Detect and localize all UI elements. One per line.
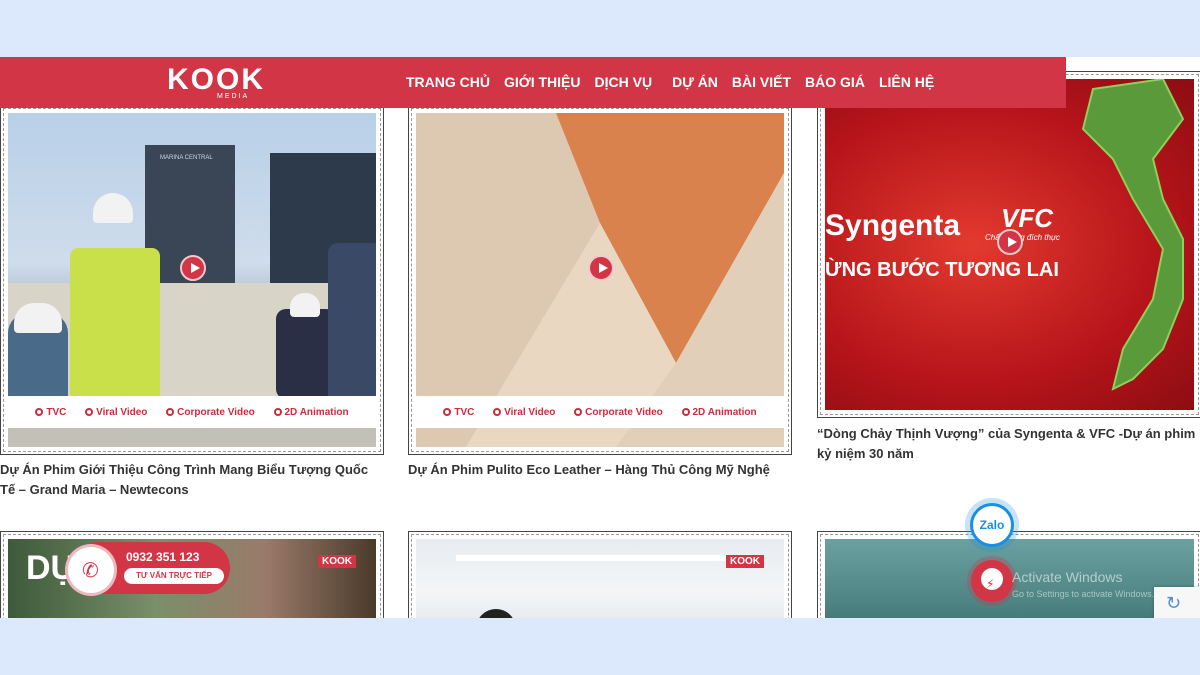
- tag-tvc: TVC: [443, 407, 474, 418]
- nav-item-gioi-thieu[interactable]: GIỚI THIỆU: [504, 74, 581, 90]
- tag-2d-animation: 2D Animation: [273, 407, 349, 418]
- tag-dot-icon: [574, 408, 583, 416]
- nav-item-dich-vu[interactable]: DỊCH VỤ: [595, 74, 653, 90]
- tag-corporate-video: Corporate Video: [574, 407, 663, 418]
- nav-item-bao-gia[interactable]: BÁO GIÁ: [805, 74, 865, 90]
- kook-thumb-logo: KOOK: [726, 555, 764, 568]
- building-sign: MARINA CENTRAL: [160, 155, 213, 161]
- page-viewport: KOOK MEDIA TRANG CHỦ GIỚI THIỆU DỊCH VỤ …: [0, 57, 1200, 618]
- project-title-pulito[interactable]: Dự Án Phim Pulito Eco Leather – Hàng Thủ…: [408, 460, 798, 480]
- nav-item-trang-chu[interactable]: TRANG CHỦ: [406, 74, 490, 90]
- project-thumbnail-pulito[interactable]: TVC Viral Video Corporate Video 2D Anima…: [408, 105, 792, 455]
- hotline-label: TƯ VẤN TRỰC TIẾP: [124, 568, 224, 584]
- tag-2d-animation: 2D Animation: [681, 407, 757, 418]
- tag-dot-icon: [443, 408, 452, 416]
- recaptcha-badge-icon[interactable]: ↻: [1154, 587, 1200, 618]
- campaign-slogan: ỪNG BƯỚC TƯƠNG LAI: [825, 259, 1059, 281]
- messenger-icon[interactable]: ⚡: [971, 560, 1013, 602]
- project-title-syngenta[interactable]: “Dòng Chảy Thịnh Vượng” của Syngenta & V…: [817, 424, 1200, 464]
- kook-thumb-logo: KOOK: [318, 555, 356, 568]
- tag-dot-icon: [273, 408, 282, 416]
- hotline-number: 0932 351 123: [126, 550, 200, 564]
- tag-dot-icon: [166, 408, 175, 416]
- windows-activation-watermark: Activate Windows: [1012, 569, 1123, 585]
- tag-dot-icon: [85, 408, 94, 416]
- project-thumbnail-grand-maria[interactable]: MARINA CENTRAL TVC Viral Video Corporate…: [0, 105, 384, 455]
- nav-item-du-an[interactable]: DỰ ÁN: [672, 74, 718, 90]
- vietnam-map: [1081, 79, 1185, 391]
- zalo-icon[interactable]: Zalo: [970, 503, 1014, 547]
- play-icon[interactable]: [180, 255, 206, 281]
- play-icon[interactable]: [997, 229, 1023, 255]
- kook-media-logo[interactable]: KOOK MEDIA: [167, 63, 265, 101]
- project-thumbnail-row2-2[interactable]: KOOK: [408, 531, 792, 618]
- tag-dot-icon: [681, 408, 690, 416]
- phone-icon[interactable]: ✆: [68, 547, 114, 593]
- syngenta-brand: Syngenta: [825, 209, 961, 242]
- tag-viral-video: Viral Video: [493, 407, 555, 418]
- tag-dot-icon: [35, 408, 44, 416]
- nav-menu: TRANG CHỦ GIỚI THIỆU DỊCH VỤ DỰ ÁN BÀI V…: [406, 74, 948, 90]
- video-tags: TVC Viral Video Corporate Video 2D Anima…: [8, 396, 376, 428]
- tag-dot-icon: [493, 408, 502, 416]
- tag-tvc: TVC: [35, 407, 66, 418]
- logo-sub: MEDIA: [217, 93, 250, 100]
- tag-viral-video: Viral Video: [85, 407, 147, 418]
- play-icon[interactable]: [588, 255, 614, 281]
- tag-corporate-video: Corporate Video: [166, 407, 255, 418]
- nav-item-bai-viet[interactable]: BÀI VIẾT: [732, 74, 791, 90]
- video-tags: TVC Viral Video Corporate Video 2D Anima…: [416, 396, 784, 428]
- project-thumbnail-syngenta[interactable]: Syngenta VFC Chất lượng đích thực ỪNG BƯ…: [817, 71, 1200, 418]
- nav-item-lien-he[interactable]: LIÊN HỆ: [879, 74, 934, 90]
- main-navbar: KOOK MEDIA TRANG CHỦ GIỚI THIỆU DỊCH VỤ …: [0, 57, 1066, 108]
- windows-activation-subtext: Go to Settings to activate Windows.: [1012, 589, 1155, 599]
- project-title-grand-maria[interactable]: Dự Án Phim Giới Thiệu Công Trình Mang Bi…: [0, 460, 380, 500]
- logo-mark: KOOK: [167, 63, 265, 96]
